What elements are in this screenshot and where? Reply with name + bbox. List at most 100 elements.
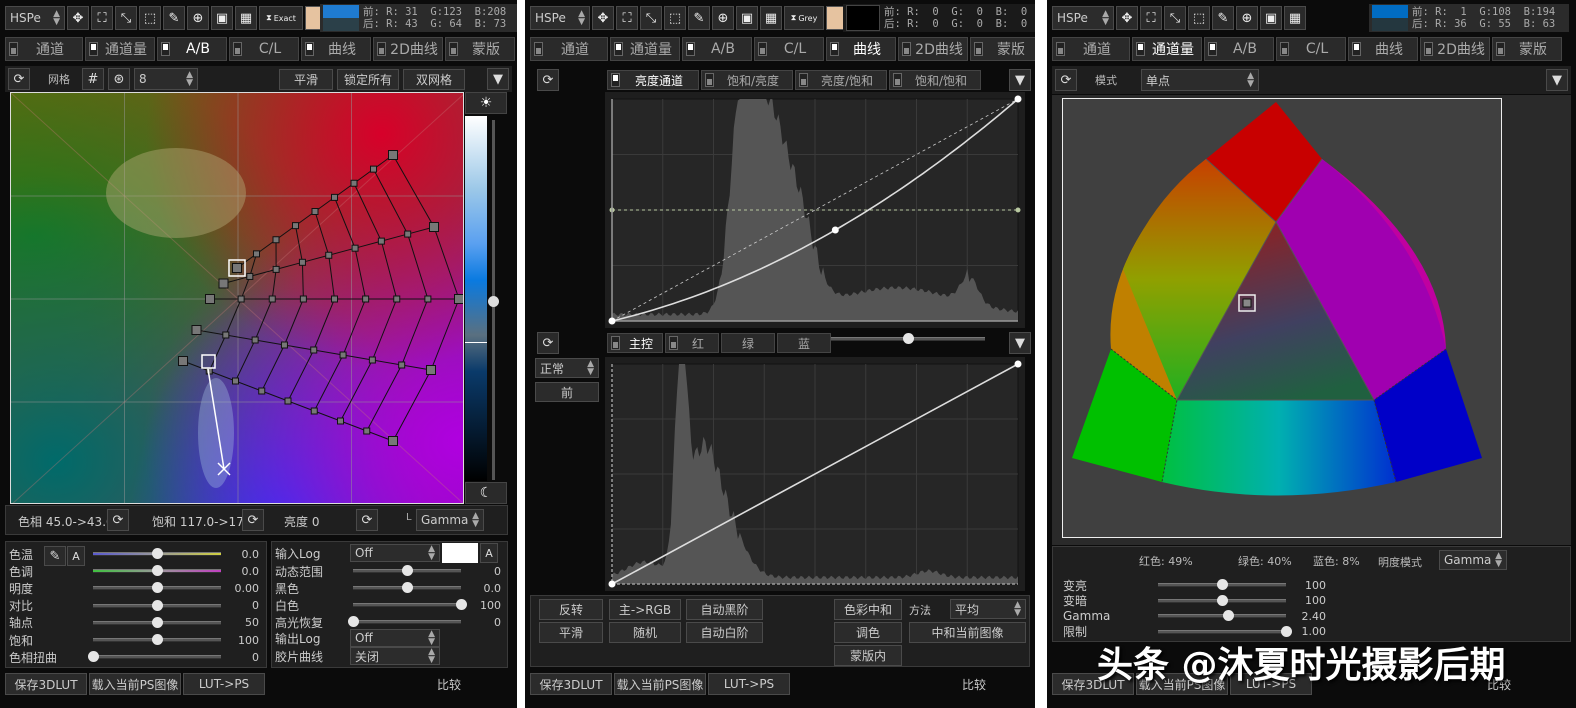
tab-6[interactable]: 蒙版 [445,37,515,61]
subtab-0[interactable]: 主控 [607,333,663,353]
tab-2[interactable]: A/B [682,37,752,61]
zoom-icon[interactable]: ⊕ [187,6,209,30]
color-space-select[interactable]: HSPe ▲ ▼ [5,6,65,30]
tab-0[interactable]: 通道 [5,37,83,61]
tab-3[interactable]: C/L [754,37,824,61]
luminance-curve-chart[interactable] [605,92,1025,328]
output-log-select[interactable]: Off ▲ ▼ [350,629,440,647]
sun-icon[interactable]: ☀ [465,92,507,114]
reset-saturation-icon[interactable]: ⟳ [242,509,264,531]
load-ps-image-button[interactable]: 载入当前PS图像 [89,673,181,695]
load-ps-image-button[interactable]: 载入当前PS图像 [614,673,706,695]
slider-knob[interactable] [152,582,163,594]
slider-track[interactable] [353,565,461,576]
input-log-select[interactable]: Off ▲ ▼ [350,544,440,562]
lightness-slider-track[interactable] [488,120,499,480]
slider-knob[interactable] [152,599,163,611]
mix-slider[interactable] [831,333,985,344]
color-space-select[interactable]: HSPe ▲ ▼ [1052,6,1114,30]
subtab-3[interactable]: 蓝 [777,333,831,353]
slider-track[interactable] [1158,579,1286,590]
slider-track[interactable] [93,582,221,594]
tab-0[interactable]: 通道 [530,37,608,61]
save-3dlut-button[interactable]: 保存3DLUT [530,673,612,695]
ab-color-plane[interactable] [10,92,464,504]
tab-1[interactable]: 通道量 [610,37,680,61]
slider-knob[interactable] [348,616,359,627]
tab-5[interactable]: 2D曲线 [1420,37,1490,61]
slider-knob[interactable] [1217,594,1228,606]
marquee-icon[interactable]: ⬚ [1188,6,1210,30]
lightness-mode-select[interactable]: Gamma ▲ ▼ [1439,550,1507,570]
tab-6[interactable]: 蒙版 [1492,37,1562,61]
moon-icon[interactable]: ☾ [465,482,507,504]
tone-button[interactable]: 调色 [834,622,902,643]
before-button[interactable]: 前 [535,382,599,402]
l-mode-select[interactable]: Gamma ▲ ▼ [416,509,484,531]
auto-white-button[interactable]: 自动白阶 [686,622,763,643]
slider-knob[interactable] [152,565,163,577]
reset-icon[interactable]: ⟳ [1055,69,1077,91]
tab-2[interactable]: A/B [157,37,227,61]
slider-track[interactable] [93,565,221,577]
frame-icon[interactable]: ▣ [1260,6,1282,30]
slider-track[interactable] [1158,625,1292,637]
grid-view-icon[interactable]: ▦ [235,6,257,30]
subtab-2[interactable]: 绿 [721,333,775,353]
random-button[interactable]: 随机 [609,622,681,643]
main-to-rgb-button[interactable]: 主->RGB [609,599,681,620]
double-grid-button[interactable]: 双网格 [403,68,465,90]
tab-0[interactable]: 通道 [1052,37,1130,61]
eyedropper-icon[interactable]: ✎ [688,6,710,30]
subtab-3[interactable]: 饱和/饱和 [889,70,981,90]
zoom-icon[interactable]: ⊕ [712,6,734,30]
expand-icon[interactable]: ⛶ [91,6,113,30]
subtab-1[interactable]: 红 [665,333,719,353]
slider-track[interactable] [93,634,221,645]
tab-4[interactable]: 曲线 [301,37,371,61]
collapse-icon[interactable]: ⤡ [115,6,137,30]
method-select[interactable]: 平均 ▲ ▼ [950,599,1026,619]
tab-1[interactable]: 通道量 [1132,37,1202,61]
tab-1[interactable]: 通道量 [85,37,155,61]
subtab-0[interactable]: 亮度通道 [607,70,699,90]
reset-icon[interactable]: ⟳ [8,68,30,90]
compare-button[interactable]: 比较 [437,676,461,693]
lut-to-ps-button[interactable]: LUT->PS [183,673,265,695]
expand-icon[interactable]: ⛶ [616,6,638,30]
slider-track[interactable] [88,651,221,663]
auto-black-button[interactable]: 自动黑阶 [686,599,763,620]
mode-select[interactable]: 单点 ▲ ▼ [1141,69,1259,91]
slider-knob[interactable] [1217,579,1228,590]
slider-knob[interactable] [152,548,163,559]
neutralize-image-button[interactable]: 中和当前图像 [909,622,1026,643]
hexagon-grid-icon[interactable]: ⊛ [108,68,130,90]
marquee-icon[interactable]: ⬚ [664,6,686,30]
slider-knob[interactable] [402,565,413,576]
tab-4[interactable]: 曲线 [826,37,896,61]
save-3dlut-button[interactable]: 保存3DLUT [5,673,87,695]
dropdown-triangle-icon[interactable]: ▼ [1009,69,1031,91]
tab-5[interactable]: 2D曲线 [373,37,443,61]
master-curve-chart[interactable] [605,357,1025,591]
tab-5[interactable]: 2D曲线 [898,37,968,61]
reset-icon[interactable]: ⟳ [537,69,559,91]
dropdown-triangle-icon[interactable]: ▼ [487,68,509,90]
slider-knob[interactable] [1281,625,1292,637]
film-curve-select[interactable]: 关闭 ▲ ▼ [350,647,440,665]
sample-mode-button[interactable]: ⧗ Exact [259,6,303,30]
compare-button[interactable]: 比较 [962,676,986,693]
marquee-icon[interactable]: ⬚ [139,6,161,30]
grid-icon[interactable]: # [82,68,104,90]
dropdown-triangle-icon[interactable]: ▼ [1546,69,1568,91]
eyedropper-icon[interactable]: ✎ [1212,6,1234,30]
collapse-icon[interactable]: ⤡ [640,6,662,30]
slider-knob[interactable] [402,582,413,593]
move-icon[interactable]: ✥ [67,6,89,30]
move-icon[interactable]: ✥ [592,6,614,30]
invert-button[interactable]: 反转 [539,599,603,620]
move-icon[interactable]: ✥ [1116,6,1138,30]
collapse-icon[interactable]: ⤡ [1164,6,1186,30]
expand-icon[interactable]: ⛶ [1140,6,1162,30]
slider-track[interactable] [353,599,467,610]
